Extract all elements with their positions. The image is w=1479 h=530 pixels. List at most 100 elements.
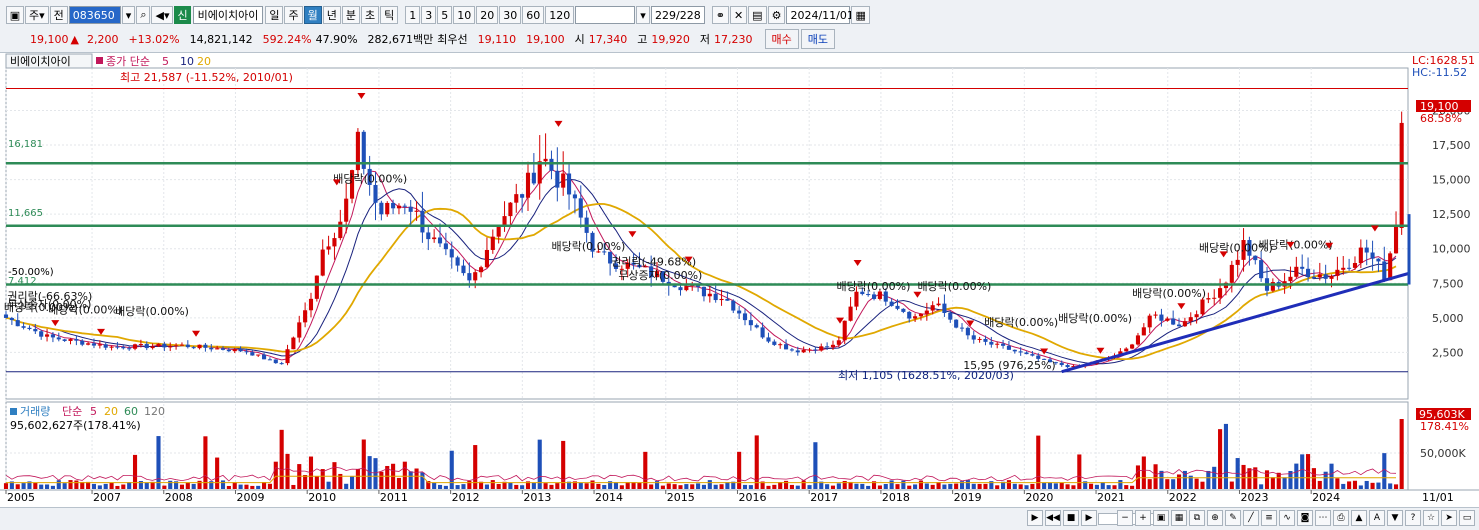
interval-tab-2[interactable]: 월 bbox=[303, 6, 322, 24]
volume-bar bbox=[461, 484, 466, 489]
date-input[interactable]: 2024/11/01 bbox=[786, 6, 854, 24]
sell-button[interactable]: 매도 bbox=[800, 29, 836, 49]
volume-bar bbox=[543, 483, 548, 489]
candle-body bbox=[942, 303, 947, 314]
credit-badge: 신 bbox=[174, 6, 191, 24]
zoom-in-icon[interactable]: ⊕ bbox=[1207, 510, 1223, 526]
minute-option-1[interactable]: 3 bbox=[421, 6, 437, 24]
volume-bar bbox=[666, 483, 671, 489]
prev-button[interactable]: 전 bbox=[49, 6, 68, 24]
print-icon[interactable]: ⎙ bbox=[1333, 510, 1349, 526]
candle-body bbox=[15, 320, 20, 327]
minute-dropdown-icon[interactable]: ▾ bbox=[636, 6, 650, 24]
interval-tab-6[interactable]: 틱 bbox=[380, 6, 399, 24]
candle-body bbox=[484, 249, 489, 268]
buy-button[interactable]: 매수 bbox=[764, 29, 799, 49]
candle-body bbox=[842, 320, 847, 341]
candle-body bbox=[813, 349, 818, 351]
plus-icon[interactable]: + bbox=[1135, 510, 1151, 526]
stock-code-input[interactable]: 083650 bbox=[68, 6, 121, 24]
camera-icon[interactable]: ◙ bbox=[1297, 510, 1313, 526]
candle-body bbox=[1059, 362, 1064, 366]
stock-chart[interactable]: 배당락(0.00%)권리락(-66.63%)무상증자(0.00%)배당락(0.0… bbox=[0, 52, 1479, 507]
rewind-icon[interactable]: ◀◀ bbox=[1045, 510, 1061, 526]
interval-tab-1[interactable]: 주 bbox=[284, 6, 303, 24]
count-display[interactable]: 229/228 bbox=[650, 6, 705, 24]
speaker-icon[interactable]: ◀▾ bbox=[151, 6, 174, 24]
drawing-icon[interactable]: ✎ bbox=[1225, 510, 1241, 526]
minute-option-5[interactable]: 30 bbox=[499, 6, 522, 24]
candle-body bbox=[983, 338, 988, 342]
candle-body bbox=[1030, 354, 1035, 356]
grid-icon[interactable]: ▦ bbox=[1171, 510, 1187, 526]
minute-option-7[interactable]: 120 bbox=[545, 6, 575, 24]
volume-bar bbox=[273, 461, 278, 489]
minute-option-6[interactable]: 60 bbox=[522, 6, 545, 24]
up-icon[interactable]: ▲ bbox=[1351, 510, 1367, 526]
compare-icon[interactable]: ⧉ bbox=[1189, 510, 1205, 526]
trend-icon[interactable]: ╱ bbox=[1243, 510, 1259, 526]
minus-icon[interactable]: − bbox=[1117, 510, 1133, 526]
ellipsis-icon[interactable]: ⋯ bbox=[1315, 510, 1331, 526]
minute-option-0[interactable]: 1 bbox=[405, 6, 421, 24]
change-value: 2,200 bbox=[86, 32, 119, 46]
calendar-icon[interactable]: ▦ bbox=[851, 6, 870, 24]
candle-body bbox=[332, 238, 337, 247]
save-icon[interactable]: ▤ bbox=[748, 6, 767, 24]
code-dropdown-icon[interactable]: ▾ bbox=[121, 6, 136, 24]
settings-icon[interactable]: ⚙ bbox=[767, 6, 786, 24]
candle-body bbox=[737, 310, 742, 314]
volume-bar bbox=[285, 453, 290, 489]
volume-bar bbox=[977, 483, 982, 489]
status-bar: ▶ ◀◀ ■ ▶ − + ▣ ▦ ⧉ ⊕ ✎ ╱ ≡ ∿ ◙ ⋯ ⎙ ▲ A ▼… bbox=[0, 507, 1479, 530]
volume-bar bbox=[39, 484, 44, 489]
search-icon[interactable]: ⌕ bbox=[136, 6, 151, 24]
y-tick-label: 10,000 bbox=[1432, 243, 1471, 256]
interval-tab-3[interactable]: 년 bbox=[322, 6, 341, 24]
candle-body bbox=[1135, 335, 1141, 345]
candle-body bbox=[21, 326, 26, 328]
interval-tab-5[interactable]: 초 bbox=[360, 6, 380, 24]
chart-type-icon[interactable]: ▣ bbox=[6, 6, 24, 24]
play-icon[interactable]: ▶ bbox=[1027, 510, 1043, 526]
fit-icon[interactable]: ▣ bbox=[1153, 510, 1169, 526]
volume-bar bbox=[1259, 484, 1264, 489]
volume-bar bbox=[1094, 484, 1099, 489]
volume-bar bbox=[514, 484, 519, 489]
candle-body bbox=[772, 341, 777, 345]
cursor-icon[interactable]: ➤ bbox=[1441, 510, 1457, 526]
link-icon[interactable]: ⚭ bbox=[711, 6, 729, 24]
volume-bar bbox=[1018, 484, 1023, 489]
candle-body bbox=[273, 359, 278, 364]
align-icon[interactable]: ≡ bbox=[1261, 510, 1277, 526]
minute-option-3[interactable]: 10 bbox=[453, 6, 476, 24]
period-type-select[interactable]: 주 ▾ bbox=[25, 6, 49, 24]
x-tick-label: 2023 bbox=[1240, 491, 1268, 504]
minute-option-2[interactable]: 5 bbox=[437, 6, 453, 24]
candle-body bbox=[1376, 258, 1381, 262]
volume-bar bbox=[232, 482, 237, 489]
crosshair-icon[interactable]: ✕ bbox=[729, 6, 748, 24]
help-icon[interactable]: ? bbox=[1405, 510, 1421, 526]
x-tick-label: 2020 bbox=[1025, 491, 1053, 504]
candle-body bbox=[701, 286, 707, 297]
volume-bar bbox=[531, 482, 536, 489]
star-icon[interactable]: ☆ bbox=[1423, 510, 1439, 526]
volume-bar bbox=[696, 483, 701, 489]
volume-bar bbox=[889, 480, 894, 489]
minute-option-4[interactable]: 20 bbox=[476, 6, 499, 24]
candle-body bbox=[907, 311, 912, 319]
volume-bar bbox=[1135, 465, 1141, 489]
interval-tab-4[interactable]: 분 bbox=[341, 6, 360, 24]
minute-custom-input[interactable] bbox=[575, 6, 636, 24]
volume-bar bbox=[455, 485, 460, 489]
layout-icon[interactable]: ▭ bbox=[1459, 510, 1475, 526]
down-icon[interactable]: ▼ bbox=[1387, 510, 1403, 526]
text-icon[interactable]: A bbox=[1369, 510, 1385, 526]
interval-tab-0[interactable]: 일 bbox=[265, 6, 284, 24]
volume-bar bbox=[983, 483, 988, 489]
volume-bar bbox=[408, 471, 413, 489]
stop-icon[interactable]: ■ bbox=[1063, 510, 1079, 526]
forward-icon[interactable]: ▶ bbox=[1081, 510, 1097, 526]
indicator-icon[interactable]: ∿ bbox=[1279, 510, 1295, 526]
